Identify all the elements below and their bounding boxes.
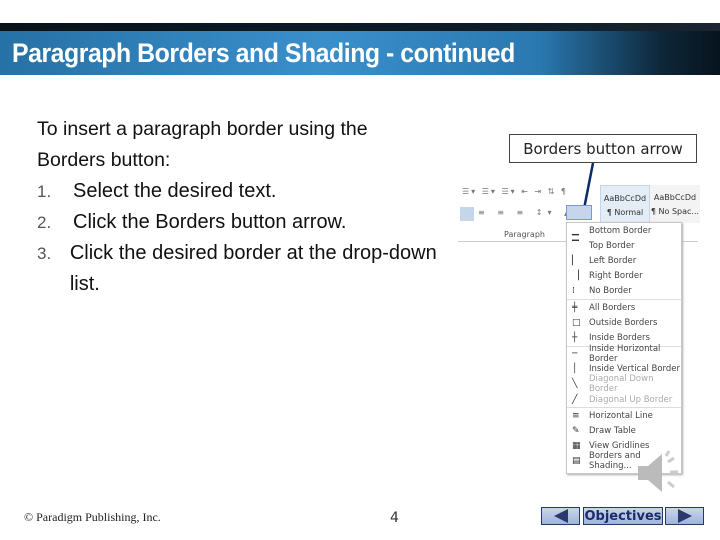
borders-button [566, 205, 592, 220]
menu-item-label: No Border [589, 286, 632, 297]
menu-item[interactable]: ─ Inside Horizontal Border [567, 344, 681, 364]
menu-item-label: Horizontal Line [589, 410, 653, 421]
view-gridlines-icon: ▦ [572, 441, 581, 452]
page-number: 4 [390, 510, 399, 526]
menu-item[interactable]: ╲ Diagonal Down Border [567, 374, 681, 394]
bottom-border-icon: ▁ [572, 225, 579, 236]
left-border-icon: ▏ [572, 255, 579, 266]
style-name: ¶ No Spac... [650, 207, 700, 216]
style-preview: AaBbCcDd [603, 194, 647, 203]
style-no-spacing: AaBbCcDd ¶ No Spac... [650, 185, 700, 223]
objectives-button[interactable]: Objectives [583, 507, 663, 525]
slide-body: To insert a paragraph border using the B… [37, 114, 437, 300]
horizontal-line-icon: ≡ [572, 410, 580, 421]
menu-item[interactable]: ╱ Diagonal Up Border [567, 392, 681, 407]
menu-item-label: Diagonal Up Border [589, 394, 673, 405]
copyright-footer: © Paradigm Publishing, Inc. [24, 510, 161, 524]
menu-item[interactable]: ▔ Top Border [567, 238, 681, 253]
menu-item[interactable]: ▏ Left Border [567, 253, 681, 268]
step-text: Click the Borders button arrow. [73, 211, 347, 233]
callout-label: Borders button arrow [509, 134, 697, 163]
step-text: Select the desired text. [73, 180, 277, 202]
step-number: 2. [37, 213, 52, 232]
list-buttons: ☰▾ ☰▾ ☰▾ ⇤ ⇥ ⇅ ¶ [462, 187, 569, 196]
menu-item-label: Right Border [589, 271, 643, 282]
menu-item-label: Draw Table [589, 426, 636, 437]
menu-item[interactable]: □ Outside Borders [567, 315, 681, 330]
no-border-icon: ⁞ [572, 286, 575, 297]
next-button[interactable] [665, 507, 704, 525]
menu-item-label: Inside Vertical Border [589, 364, 681, 375]
previous-button[interactable] [541, 507, 580, 525]
align-left-button [460, 207, 474, 221]
title-top-band [0, 23, 720, 31]
menu-item-label: All Borders [589, 302, 636, 313]
menu-item[interactable]: ⁞ No Border [567, 284, 681, 299]
menu-item-label: Outside Borders [589, 317, 658, 328]
menu-item[interactable]: ≡ Horizontal Line [567, 408, 681, 423]
menu-item[interactable]: ▁ Bottom Border [567, 223, 681, 238]
all-borders-icon: ╪ [572, 302, 578, 313]
step-item: 3. Click the desired border at the drop-d… [37, 238, 437, 300]
menu-item-label: Top Border [589, 240, 635, 251]
diagonal-down-border-icon: ╲ [572, 379, 578, 390]
step-number: 3. [37, 244, 52, 263]
style-normal: AaBbCcDd ¶ Normal [600, 185, 650, 223]
objectives-label: Objectives [584, 508, 662, 524]
menu-item[interactable]: ╪ All Borders [567, 300, 681, 315]
previous-arrow-icon [553, 509, 568, 523]
borders-and-shading-icon: ▤ [572, 456, 581, 467]
right-border-icon: ▕ [572, 271, 579, 282]
style-name: ¶ Normal [606, 208, 644, 217]
speaker-icon[interactable] [636, 448, 686, 498]
inside-horizontal-border-icon: ─ [572, 349, 578, 360]
inside-borders-icon: ┼ [572, 332, 578, 343]
next-arrow-icon [677, 509, 692, 523]
top-border-icon: ▔ [572, 240, 579, 251]
intro-text: To insert a paragraph border using the B… [37, 118, 368, 171]
style-preview: AaBbCcDd [653, 193, 697, 202]
slide-title: Paragraph Borders and Shading - continue… [12, 38, 515, 68]
menu-item-label: Left Border [589, 255, 637, 266]
step-item: 2. Click the Borders button arrow. [37, 207, 437, 238]
menu-item-label: Bottom Border [589, 225, 652, 236]
outside-borders-icon: □ [572, 317, 581, 328]
menu-item[interactable]: ✎ Draw Table [567, 423, 681, 438]
borders-dropdown-menu: ▁ Bottom Border ▔ Top Border ▏ Left Border ▕ Ri… [566, 222, 682, 474]
inside-vertical-border-icon: │ [572, 364, 578, 375]
draw-table-icon: ✎ [572, 426, 580, 437]
step-number: 1. [37, 182, 52, 201]
menu-item[interactable]: ▕ Right Border [567, 269, 681, 284]
menu-item-label: Inside Borders [589, 332, 650, 343]
diagonal-up-border-icon: ╱ [572, 394, 578, 405]
step-text: Click the desired border at the drop-dow… [69, 242, 437, 295]
step-item: 1. Select the desired text. [37, 176, 437, 207]
paragraph-group-label: Paragraph [504, 230, 545, 239]
